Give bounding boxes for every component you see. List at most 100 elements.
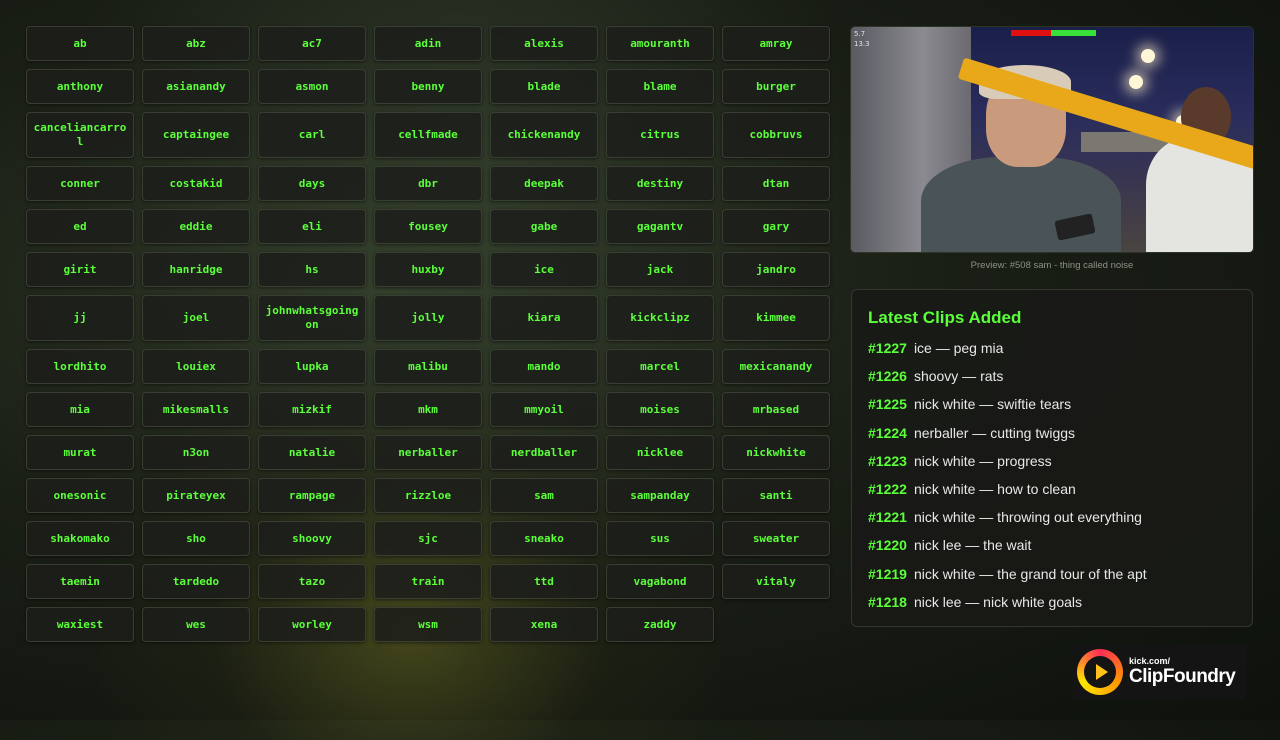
- clip-item[interactable]: #1225 nick white — swiftie tears: [868, 390, 1236, 418]
- clip-item[interactable]: #1224 nerballer — cutting twiggs: [868, 419, 1236, 447]
- streamer-button-tardedo[interactable]: tardedo: [142, 564, 250, 599]
- streamer-button-natalie[interactable]: natalie: [258, 435, 366, 470]
- streamer-button-shakomako[interactable]: shakomako: [26, 521, 134, 556]
- streamer-button-ice[interactable]: ice: [490, 252, 598, 287]
- streamer-button-rampage[interactable]: rampage: [258, 478, 366, 513]
- streamer-button-sneako[interactable]: sneako: [490, 521, 598, 556]
- streamer-button-vitaly[interactable]: vitaly: [722, 564, 830, 599]
- streamer-button-cellfmade[interactable]: cellfmade: [374, 112, 482, 158]
- streamer-button-marcel[interactable]: marcel: [606, 349, 714, 384]
- streamer-button-kickclipz[interactable]: kickclipz: [606, 295, 714, 341]
- streamer-button-nerballer[interactable]: nerballer: [374, 435, 482, 470]
- streamer-button-waxiest[interactable]: waxiest: [26, 607, 134, 642]
- streamer-button-blade[interactable]: blade: [490, 69, 598, 104]
- streamer-button-huxby[interactable]: huxby: [374, 252, 482, 287]
- streamer-button-days[interactable]: days: [258, 166, 366, 201]
- streamer-button-anthony[interactable]: anthony: [26, 69, 134, 104]
- streamer-button-nerdballer[interactable]: nerdballer: [490, 435, 598, 470]
- streamer-button-chickenandy[interactable]: chickenandy: [490, 112, 598, 158]
- streamer-button-vagabond[interactable]: vagabond: [606, 564, 714, 599]
- streamer-button-sweater[interactable]: sweater: [722, 521, 830, 556]
- streamer-button-wsm[interactable]: wsm: [374, 607, 482, 642]
- streamer-button-lupka[interactable]: lupka: [258, 349, 366, 384]
- streamer-button-xena[interactable]: xena: [490, 607, 598, 642]
- streamer-button-eddie[interactable]: eddie: [142, 209, 250, 244]
- streamer-button-destiny[interactable]: destiny: [606, 166, 714, 201]
- streamer-button-eli[interactable]: eli: [258, 209, 366, 244]
- streamer-button-mkm[interactable]: mkm: [374, 392, 482, 427]
- streamer-button-mizkif[interactable]: mizkif: [258, 392, 366, 427]
- streamer-button-amouranth[interactable]: amouranth: [606, 26, 714, 61]
- streamer-button-santi[interactable]: santi: [722, 478, 830, 513]
- streamer-button-cobbruvs[interactable]: cobbruvs: [722, 112, 830, 158]
- streamer-button-jandro[interactable]: jandro: [722, 252, 830, 287]
- streamer-button-girit[interactable]: girit: [26, 252, 134, 287]
- streamer-button-rizzloe[interactable]: rizzloe: [374, 478, 482, 513]
- streamer-button-abz[interactable]: abz: [142, 26, 250, 61]
- streamer-button-blame[interactable]: blame: [606, 69, 714, 104]
- clip-item[interactable]: #1227 ice — peg mia: [868, 334, 1236, 362]
- clip-item[interactable]: #1219 nick white — the grand tour of the …: [868, 560, 1236, 588]
- video-preview[interactable]: 5.7 13.3: [851, 27, 1253, 252]
- clip-item[interactable]: #1223 nick white — progress: [868, 447, 1236, 475]
- streamer-button-mikesmalls[interactable]: mikesmalls: [142, 392, 250, 427]
- streamer-button-shoovy[interactable]: shoovy: [258, 521, 366, 556]
- streamer-button-onesonic[interactable]: onesonic: [26, 478, 134, 513]
- streamer-button-deepak[interactable]: deepak: [490, 166, 598, 201]
- streamer-button-gagantv[interactable]: gagantv: [606, 209, 714, 244]
- streamer-button-mexicanandy[interactable]: mexicanandy: [722, 349, 830, 384]
- streamer-button-tazo[interactable]: tazo: [258, 564, 366, 599]
- streamer-button-gary[interactable]: gary: [722, 209, 830, 244]
- streamer-button-amray[interactable]: amray: [722, 26, 830, 61]
- streamer-button-mando[interactable]: mando: [490, 349, 598, 384]
- clipfoundry-logo[interactable]: kick.com/ ClipFoundry: [1073, 645, 1246, 699]
- streamer-button-wes[interactable]: wes: [142, 607, 250, 642]
- streamer-button-ab[interactable]: ab: [26, 26, 134, 61]
- streamer-button-alexis[interactable]: alexis: [490, 26, 598, 61]
- streamer-button-asianandy[interactable]: asianandy: [142, 69, 250, 104]
- streamer-button-johnwhatsgoingon[interactable]: johnwhatsgoingon: [258, 295, 366, 341]
- streamer-button-mrbased[interactable]: mrbased: [722, 392, 830, 427]
- streamer-button-sho[interactable]: sho: [142, 521, 250, 556]
- streamer-button-dtan[interactable]: dtan: [722, 166, 830, 201]
- clip-item[interactable]: #1220 nick lee — the wait: [868, 531, 1236, 559]
- streamer-button-nicklee[interactable]: nicklee: [606, 435, 714, 470]
- clip-item[interactable]: #1221 nick white — throwing out everythin…: [868, 503, 1236, 531]
- streamer-button-asmon[interactable]: asmon: [258, 69, 366, 104]
- streamer-button-sam[interactable]: sam: [490, 478, 598, 513]
- streamer-button-captaingee[interactable]: captaingee: [142, 112, 250, 158]
- streamer-button-n3on[interactable]: n3on: [142, 435, 250, 470]
- streamer-button-moises[interactable]: moises: [606, 392, 714, 427]
- streamer-button-citrus[interactable]: citrus: [606, 112, 714, 158]
- streamer-button-lordhito[interactable]: lordhito: [26, 349, 134, 384]
- streamer-button-mia[interactable]: mia: [26, 392, 134, 427]
- streamer-button-jack[interactable]: jack: [606, 252, 714, 287]
- streamer-button-adin[interactable]: adin: [374, 26, 482, 61]
- streamer-button-zaddy[interactable]: zaddy: [606, 607, 714, 642]
- clip-item[interactable]: #1222 nick white — how to clean: [868, 475, 1236, 503]
- streamer-button-louiex[interactable]: louiex: [142, 349, 250, 384]
- streamer-button-burger[interactable]: burger: [722, 69, 830, 104]
- streamer-button-malibu[interactable]: malibu: [374, 349, 482, 384]
- streamer-button-jolly[interactable]: jolly: [374, 295, 482, 341]
- streamer-button-benny[interactable]: benny: [374, 69, 482, 104]
- streamer-button-train[interactable]: train: [374, 564, 482, 599]
- streamer-button-carl[interactable]: carl: [258, 112, 366, 158]
- streamer-button-canceliancarrol[interactable]: canceliancarrol: [26, 112, 134, 158]
- streamer-button-murat[interactable]: murat: [26, 435, 134, 470]
- streamer-button-fousey[interactable]: fousey: [374, 209, 482, 244]
- streamer-button-hs[interactable]: hs: [258, 252, 366, 287]
- streamer-button-ed[interactable]: ed: [26, 209, 134, 244]
- streamer-button-nickwhite[interactable]: nickwhite: [722, 435, 830, 470]
- streamer-button-sjc[interactable]: sjc: [374, 521, 482, 556]
- streamer-button-kiara[interactable]: kiara: [490, 295, 598, 341]
- streamer-button-jj[interactable]: jj: [26, 295, 134, 341]
- streamer-button-mmyoil[interactable]: mmyoil: [490, 392, 598, 427]
- streamer-button-ttd[interactable]: ttd: [490, 564, 598, 599]
- streamer-button-hanridge[interactable]: hanridge: [142, 252, 250, 287]
- streamer-button-kimmee[interactable]: kimmee: [722, 295, 830, 341]
- clip-item[interactable]: #1226 shoovy — rats: [868, 362, 1236, 390]
- streamer-button-joel[interactable]: joel: [142, 295, 250, 341]
- streamer-button-sus[interactable]: sus: [606, 521, 714, 556]
- streamer-button-taemin[interactable]: taemin: [26, 564, 134, 599]
